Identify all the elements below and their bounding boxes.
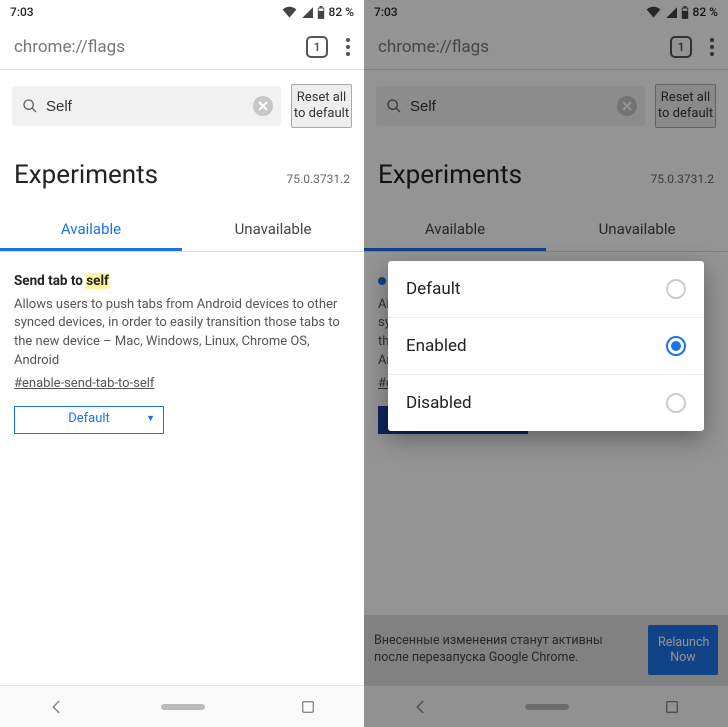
wifi-icon (646, 6, 661, 18)
search-icon (22, 98, 38, 114)
omnibox[interactable]: chrome://flags 1 (0, 24, 364, 70)
version-label: 75.0.3731.2 (651, 172, 714, 186)
tab-available[interactable]: Available (0, 208, 182, 251)
tab-unavailable[interactable]: Unavailable (182, 208, 364, 251)
flag-title: Send tab to self (14, 272, 350, 292)
flag-description: Allows users to push tabs from Android d… (14, 296, 350, 371)
clear-search-button[interactable] (253, 96, 273, 116)
reset-all-button[interactable]: Reset all to default (655, 84, 716, 128)
close-icon (258, 101, 268, 111)
radio-icon (666, 393, 686, 413)
radio-selected-icon (666, 336, 686, 356)
back-button[interactable] (48, 698, 66, 716)
nav-bar (0, 685, 364, 727)
tabs: Available Unavailable (364, 208, 728, 252)
tab-switcher-button[interactable]: 1 (670, 36, 692, 58)
home-button[interactable] (161, 704, 205, 710)
status-time: 7:03 (10, 5, 34, 19)
signal-icon (665, 6, 677, 18)
option-default[interactable]: Default (388, 261, 704, 318)
close-icon (622, 101, 632, 111)
flag-hash-link[interactable]: #enable-send-tab-to-self (14, 375, 350, 394)
status-icons: 82 % (282, 5, 354, 19)
signal-icon (301, 6, 313, 18)
tab-unavailable[interactable]: Unavailable (546, 208, 728, 251)
url-text: chrome://flags (378, 37, 658, 57)
battery-percent: 82 % (693, 5, 718, 19)
clear-search-button[interactable] (617, 96, 637, 116)
search-highlight: self (86, 273, 109, 289)
status-time: 7:03 (374, 5, 398, 19)
home-button[interactable] (525, 704, 569, 710)
overview-button[interactable] (664, 699, 680, 715)
back-button[interactable] (412, 698, 430, 716)
status-bar: 7:03 82 % (0, 0, 364, 24)
battery-percent: 82 % (329, 5, 354, 19)
search-input-container[interactable] (376, 86, 645, 126)
menu-button[interactable] (704, 34, 720, 60)
relaunch-button[interactable]: Relaunch Now (648, 625, 718, 675)
page-title: Experiments (378, 160, 522, 190)
relaunch-text: Внесенные изменения станут активны после… (374, 633, 638, 667)
modified-dot-icon (378, 277, 386, 285)
option-enabled[interactable]: Enabled (388, 318, 704, 375)
menu-button[interactable] (340, 34, 356, 60)
tabs: Available Unavailable (0, 208, 364, 252)
version-label: 75.0.3731.2 (287, 172, 350, 186)
reset-all-button[interactable]: Reset all to default (291, 84, 352, 128)
search-icon (386, 98, 402, 114)
status-icons: 82 % (646, 5, 718, 19)
search-input[interactable] (46, 98, 245, 115)
radio-icon (666, 279, 686, 299)
flag-dropdown[interactable]: Default (14, 406, 164, 434)
url-text: chrome://flags (14, 37, 294, 57)
tab-switcher-button[interactable]: 1 (306, 36, 328, 58)
option-disabled[interactable]: Disabled (388, 375, 704, 431)
relaunch-banner: Внесенные изменения станут активны после… (364, 615, 728, 685)
tab-available[interactable]: Available (364, 208, 546, 251)
page-title: Experiments (14, 160, 158, 190)
omnibox[interactable]: chrome://flags 1 (364, 24, 728, 70)
search-input-container[interactable] (12, 86, 281, 126)
nav-bar (364, 685, 728, 727)
status-bar: 7:03 82 % (364, 0, 728, 24)
battery-icon (317, 6, 325, 19)
overview-button[interactable] (300, 699, 316, 715)
dropdown-dialog: Default Enabled Disabled (388, 261, 704, 431)
search-input[interactable] (410, 98, 609, 115)
wifi-icon (282, 6, 297, 18)
battery-icon (681, 6, 689, 19)
